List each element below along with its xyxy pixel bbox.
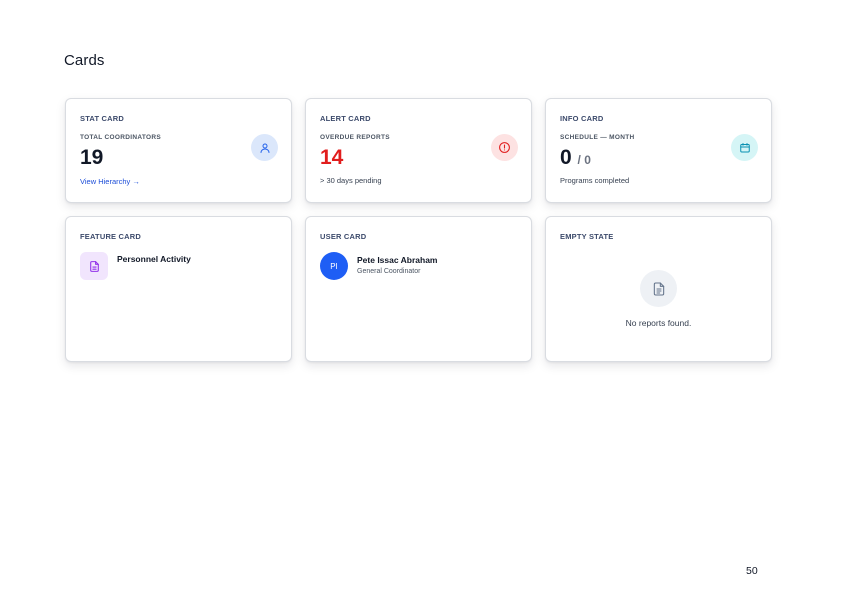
stat-label: TOTAL COORDINATORS [80, 134, 161, 141]
card-label: USER CARD [320, 232, 367, 241]
stat-value: 19 [80, 146, 104, 169]
document-icon [80, 252, 108, 280]
feature-title: Personnel Activity [117, 254, 191, 264]
stat-value: 0 [560, 146, 572, 169]
stat-label: SCHEDULE — MONTH [560, 134, 635, 141]
page: Cards STAT CARD TOTAL COORDINATORS 19 Vi… [0, 0, 842, 595]
user-name: Pete Issac Abraham [357, 255, 438, 265]
avatar: PI [320, 252, 348, 280]
info-note: Programs completed [560, 176, 630, 185]
user-role: General Coordinator [357, 268, 421, 275]
empty-message: No reports found. [625, 318, 692, 328]
calendar-icon [731, 134, 758, 161]
card-label: FEATURE CARD [80, 232, 142, 241]
card-label: EMPTY STATE [560, 232, 614, 241]
stat-card: STAT CARD TOTAL COORDINATORS 19 View Hie… [65, 98, 292, 203]
alert-circle-icon [491, 134, 518, 161]
feature-card[interactable]: FEATURE CARD Personnel Activity [65, 216, 292, 362]
page-title: Cards [64, 52, 105, 69]
view-hierarchy-link[interactable]: View Hierarchy → [80, 177, 140, 186]
alert-card: ALERT CARD OVERDUE REPORTS 14 > 30 days … [305, 98, 532, 203]
empty-state-card: EMPTY STATE No reports found. [545, 216, 772, 362]
document-icon [640, 270, 677, 307]
page-number: 50 [746, 565, 758, 577]
stat-value-group: 0 / 0 [560, 145, 591, 173]
card-label: STAT CARD [80, 114, 125, 123]
info-card: INFO CARD SCHEDULE — MONTH 0 / 0 Program… [545, 98, 772, 203]
stat-label: OVERDUE REPORTS [320, 134, 390, 141]
card-label: INFO CARD [560, 114, 604, 123]
stat-value: 14 [320, 146, 344, 169]
user-card[interactable]: USER CARD PI Pete Issac Abraham General … [305, 216, 532, 362]
stat-value-total: / 0 [577, 153, 591, 167]
alert-note: > 30 days pending [320, 176, 382, 185]
user-icon [251, 134, 278, 161]
card-label: ALERT CARD [320, 114, 371, 123]
